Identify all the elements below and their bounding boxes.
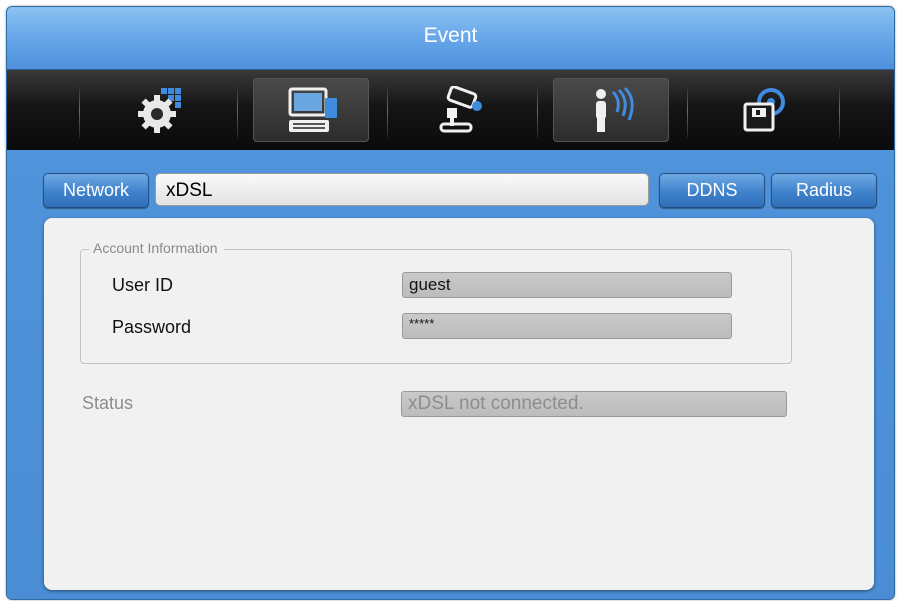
category-icon-bar (7, 70, 894, 150)
content-area: Network xDSL DDNS Radius Account Informa… (7, 150, 894, 599)
separator (839, 82, 840, 138)
password-field[interactable]: ***** (402, 313, 732, 339)
system-settings-tab[interactable] (103, 78, 219, 142)
system-settings-icon (138, 88, 181, 133)
separator (237, 82, 238, 138)
title-bar: Event (7, 7, 894, 70)
event-tab[interactable] (553, 78, 669, 142)
window-title: Event (423, 24, 478, 47)
ddns-button[interactable]: DDNS (659, 173, 765, 208)
separator (79, 82, 80, 138)
user-id-label: User ID (112, 275, 174, 295)
network-computer-icon (288, 87, 337, 132)
account-information-group: Account Information User ID guest Passwo… (80, 240, 792, 364)
user-id-field[interactable]: guest (402, 272, 732, 298)
event-person-icon (596, 86, 634, 132)
separator (537, 82, 538, 138)
network-tab[interactable] (253, 78, 369, 142)
ptz-camera-icon (439, 86, 482, 133)
status-label: Status (82, 393, 134, 413)
event-window: Event Network xDSL DDNS Radius Account I… (6, 6, 895, 600)
settings-panel: Account Information User ID guest Passwo… (44, 218, 874, 590)
storage-tab[interactable] (705, 78, 821, 142)
password-label: Password (112, 317, 192, 337)
group-legend: Account Information (89, 240, 224, 256)
ptz-camera-tab[interactable] (403, 78, 519, 142)
current-tab-label: xDSL (155, 173, 649, 206)
radius-button[interactable]: Radius (771, 173, 877, 208)
separator (687, 82, 688, 138)
status-field: xDSL not connected. (401, 391, 787, 417)
network-button[interactable]: Network (43, 173, 149, 208)
storage-disk-icon (743, 88, 785, 132)
separator (387, 82, 388, 138)
